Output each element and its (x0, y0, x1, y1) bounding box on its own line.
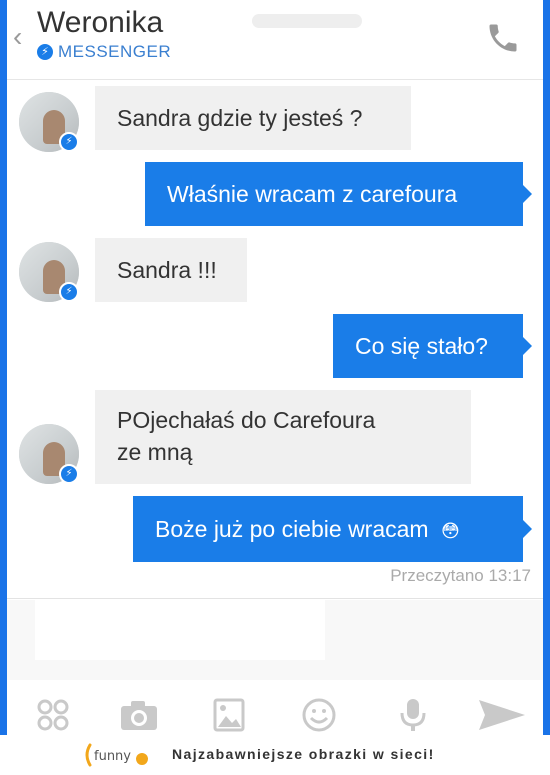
messenger-icon: ⚡ (37, 44, 53, 60)
emoji-icon[interactable] (299, 698, 339, 732)
message-text-line: POjechałaś do Carefoura (117, 407, 376, 433)
gallery-icon[interactable] (209, 698, 249, 732)
read-receipt: Przeczytano 13:17 (390, 566, 531, 585)
message-bubble-outgoing[interactable]: Boże już po ciebie wracam 😳 (133, 496, 523, 562)
message-list: ⚡ Sandra gdzie ty jesteś ? Właśnie wraca… (7, 80, 543, 600)
platform-indicator: ⚡ MESSENGER (37, 42, 171, 62)
stickers-icon[interactable] (33, 698, 73, 732)
bubble-tail (523, 520, 532, 538)
bubble-tail (523, 185, 532, 203)
composer-toolbar (7, 680, 543, 735)
blurred-status (252, 14, 362, 28)
messenger-badge-icon: ⚡ (59, 464, 79, 484)
site-footer: funny Najzabawniejsze obrazki w sieci! (0, 735, 550, 775)
message-bubble-incoming[interactable]: POjechałaś do Carefoura ze mną (95, 390, 471, 484)
emoji: 😳 (440, 521, 460, 541)
camera-icon[interactable] (119, 698, 159, 732)
funny-logo: funny (85, 743, 148, 767)
footer-tagline: Najzabawniejsze obrazki w sieci! (172, 746, 435, 762)
message-text: Właśnie wracam z carefoura (167, 181, 458, 207)
send-icon[interactable] (477, 698, 527, 732)
message-text: Sandra gdzie ty jesteś ? (117, 105, 363, 131)
message-input[interactable] (35, 600, 325, 660)
phone-icon[interactable] (485, 20, 521, 56)
chevron-left-icon[interactable]: ‹ (13, 22, 29, 52)
messenger-badge-icon: ⚡ (59, 132, 79, 152)
phone-frame: ‹ Weronika ⚡ MESSENGER ⚡ Sandra gdzie ty… (0, 0, 550, 735)
svg-text:funny: funny (94, 749, 131, 764)
message-bubble-incoming[interactable]: Sandra gdzie ty jesteś ? (95, 86, 411, 150)
message-text: Co się stało? (355, 333, 488, 359)
message-text-line: ze mną (117, 439, 193, 465)
message-bubble-incoming[interactable]: Sandra !!! (95, 238, 247, 302)
platform-label: MESSENGER (58, 42, 172, 61)
message-bubble-outgoing[interactable]: Właśnie wracam z carefoura (145, 162, 523, 226)
message-text: Boże już po ciebie wracam (155, 516, 429, 542)
chat-header: ‹ Weronika ⚡ MESSENGER (7, 0, 543, 80)
chat-screen: ‹ Weronika ⚡ MESSENGER ⚡ Sandra gdzie ty… (7, 0, 543, 735)
contact-name[interactable]: Weronika (37, 6, 163, 40)
message-bubble-outgoing[interactable]: Co się stało? (333, 314, 523, 378)
microphone-icon[interactable] (393, 698, 433, 732)
bubble-tail (523, 337, 532, 355)
divider (7, 598, 543, 599)
message-text: Sandra !!! (117, 257, 217, 283)
messenger-badge-icon: ⚡ (59, 282, 79, 302)
